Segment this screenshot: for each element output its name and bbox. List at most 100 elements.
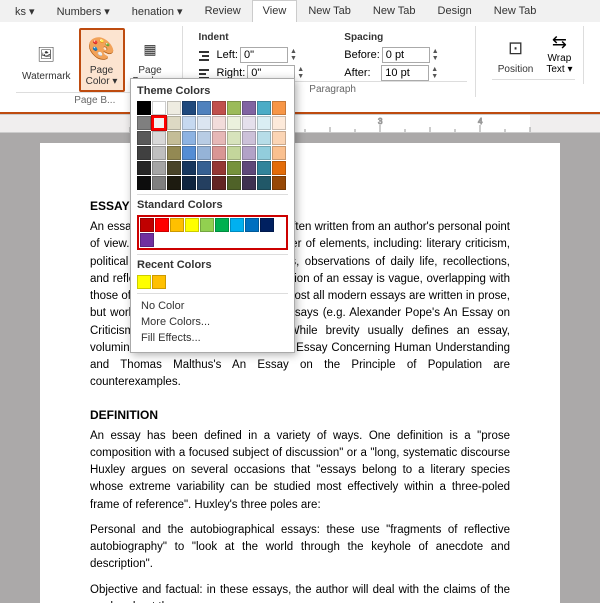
- tab-new2[interactable]: New Tab: [362, 0, 427, 22]
- theme-color-swatch[interactable]: [167, 161, 181, 175]
- theme-color-swatch[interactable]: [272, 116, 286, 130]
- theme-color-swatch[interactable]: [182, 146, 196, 160]
- indent-section: Indent Left: ▲▼ Right:: [199, 32, 333, 81]
- theme-color-swatch[interactable]: [137, 161, 151, 175]
- theme-color-swatch[interactable]: [227, 116, 241, 130]
- standard-color-swatch[interactable]: [155, 218, 169, 232]
- theme-color-swatch[interactable]: [197, 161, 211, 175]
- theme-color-swatch[interactable]: [257, 116, 271, 130]
- standard-color-grid: [137, 215, 288, 250]
- position-group-label: [492, 79, 576, 84]
- tab-henation[interactable]: henation ▾: [121, 0, 194, 22]
- theme-color-swatch[interactable]: [242, 131, 256, 145]
- standard-color-swatch[interactable]: [215, 218, 229, 232]
- theme-color-swatch[interactable]: [182, 101, 196, 115]
- theme-color-swatch[interactable]: [272, 176, 286, 190]
- indent-left-spinner[interactable]: ▲▼: [290, 48, 325, 62]
- theme-color-swatch[interactable]: [167, 101, 181, 115]
- theme-color-swatch[interactable]: [212, 161, 226, 175]
- theme-color-swatch[interactable]: [257, 146, 271, 160]
- recent-color-swatch[interactable]: [137, 275, 151, 289]
- tab-numbers[interactable]: Numbers ▾: [46, 0, 121, 22]
- color-popup: Theme Colors Standard Colors Recent Colo…: [130, 78, 295, 353]
- indent-left-input[interactable]: [240, 47, 288, 63]
- theme-color-swatch[interactable]: [272, 101, 286, 115]
- tab-view[interactable]: View: [252, 0, 298, 22]
- theme-color-swatch[interactable]: [152, 161, 166, 175]
- spacing-after-spinner[interactable]: ▲▼: [431, 66, 466, 80]
- theme-color-swatch[interactable]: [167, 116, 181, 130]
- theme-color-swatch[interactable]: [227, 176, 241, 190]
- theme-color-swatch[interactable]: [227, 146, 241, 160]
- theme-color-swatch[interactable]: [137, 116, 151, 130]
- tab-ks[interactable]: ks ▾: [4, 0, 46, 22]
- position-button[interactable]: ⊡ Position: [492, 28, 540, 79]
- theme-color-swatch[interactable]: [242, 146, 256, 160]
- standard-color-swatch[interactable]: [230, 218, 244, 232]
- standard-color-swatch[interactable]: [260, 218, 274, 232]
- theme-color-swatch[interactable]: [227, 131, 241, 145]
- color-menu-item[interactable]: More Colors...: [137, 314, 288, 330]
- theme-color-swatch[interactable]: [212, 176, 226, 190]
- theme-color-swatch[interactable]: [242, 176, 256, 190]
- color-menu-item[interactable]: Fill Effects...: [137, 330, 288, 346]
- theme-color-swatch[interactable]: [197, 116, 211, 130]
- tab-review[interactable]: Review: [194, 0, 252, 22]
- theme-color-swatch[interactable]: [227, 101, 241, 115]
- theme-color-swatch[interactable]: [257, 131, 271, 145]
- standard-color-swatch[interactable]: [140, 218, 154, 232]
- theme-color-swatch[interactable]: [242, 116, 256, 130]
- theme-color-swatch[interactable]: [137, 131, 151, 145]
- theme-color-swatch[interactable]: [137, 146, 151, 160]
- theme-color-swatch[interactable]: [212, 131, 226, 145]
- page-color-button[interactable]: 🎨 PageColor ▾: [79, 28, 125, 92]
- theme-color-swatch[interactable]: [152, 131, 166, 145]
- theme-color-swatch[interactable]: [257, 101, 271, 115]
- theme-color-swatch[interactable]: [197, 101, 211, 115]
- theme-color-swatch[interactable]: [212, 146, 226, 160]
- theme-color-swatch[interactable]: [152, 176, 166, 190]
- theme-color-swatch[interactable]: [167, 131, 181, 145]
- theme-color-swatch[interactable]: [137, 101, 151, 115]
- theme-color-swatch[interactable]: [152, 101, 166, 115]
- recent-color-swatch[interactable]: [152, 275, 166, 289]
- spacing-after-input[interactable]: [381, 65, 429, 81]
- theme-color-swatch[interactable]: [242, 161, 256, 175]
- theme-color-swatch[interactable]: [242, 101, 256, 115]
- theme-color-swatch[interactable]: [167, 176, 181, 190]
- theme-color-swatch[interactable]: [152, 116, 166, 130]
- color-menu-item[interactable]: No Color: [137, 298, 288, 314]
- tab-new3[interactable]: New Tab: [483, 0, 548, 22]
- spacing-before-spinner[interactable]: ▲▼: [432, 48, 467, 62]
- watermark-button[interactable]: 🖼 Watermark: [16, 35, 77, 86]
- theme-color-swatch[interactable]: [257, 161, 271, 175]
- standard-color-swatch[interactable]: [200, 218, 214, 232]
- tab-design[interactable]: Design: [427, 0, 483, 22]
- tab-new1[interactable]: New Tab: [297, 0, 362, 22]
- theme-color-swatch[interactable]: [197, 146, 211, 160]
- standard-color-swatch[interactable]: [170, 218, 184, 232]
- standard-color-swatch[interactable]: [140, 233, 154, 247]
- indent-right-spinner[interactable]: ▲▼: [297, 66, 332, 80]
- theme-color-swatch[interactable]: [182, 131, 196, 145]
- spacing-before-input[interactable]: [382, 47, 430, 63]
- theme-color-swatch[interactable]: [137, 176, 151, 190]
- theme-color-swatch[interactable]: [182, 176, 196, 190]
- menu-items-container: No ColorMore Colors...Fill Effects...: [137, 298, 288, 346]
- theme-color-swatch[interactable]: [167, 146, 181, 160]
- theme-color-swatch[interactable]: [272, 146, 286, 160]
- theme-color-swatch[interactable]: [227, 161, 241, 175]
- theme-color-swatch[interactable]: [272, 161, 286, 175]
- theme-color-swatch[interactable]: [197, 176, 211, 190]
- theme-color-swatch[interactable]: [182, 116, 196, 130]
- theme-color-swatch[interactable]: [212, 101, 226, 115]
- theme-color-swatch[interactable]: [152, 146, 166, 160]
- standard-color-swatch[interactable]: [245, 218, 259, 232]
- theme-color-swatch[interactable]: [212, 116, 226, 130]
- theme-color-swatch[interactable]: [272, 131, 286, 145]
- standard-color-swatch[interactable]: [185, 218, 199, 232]
- theme-color-swatch[interactable]: [197, 131, 211, 145]
- theme-color-swatch[interactable]: [257, 176, 271, 190]
- wrap-text-button[interactable]: ⇆ WrapText ▾: [543, 28, 575, 79]
- theme-color-swatch[interactable]: [182, 161, 196, 175]
